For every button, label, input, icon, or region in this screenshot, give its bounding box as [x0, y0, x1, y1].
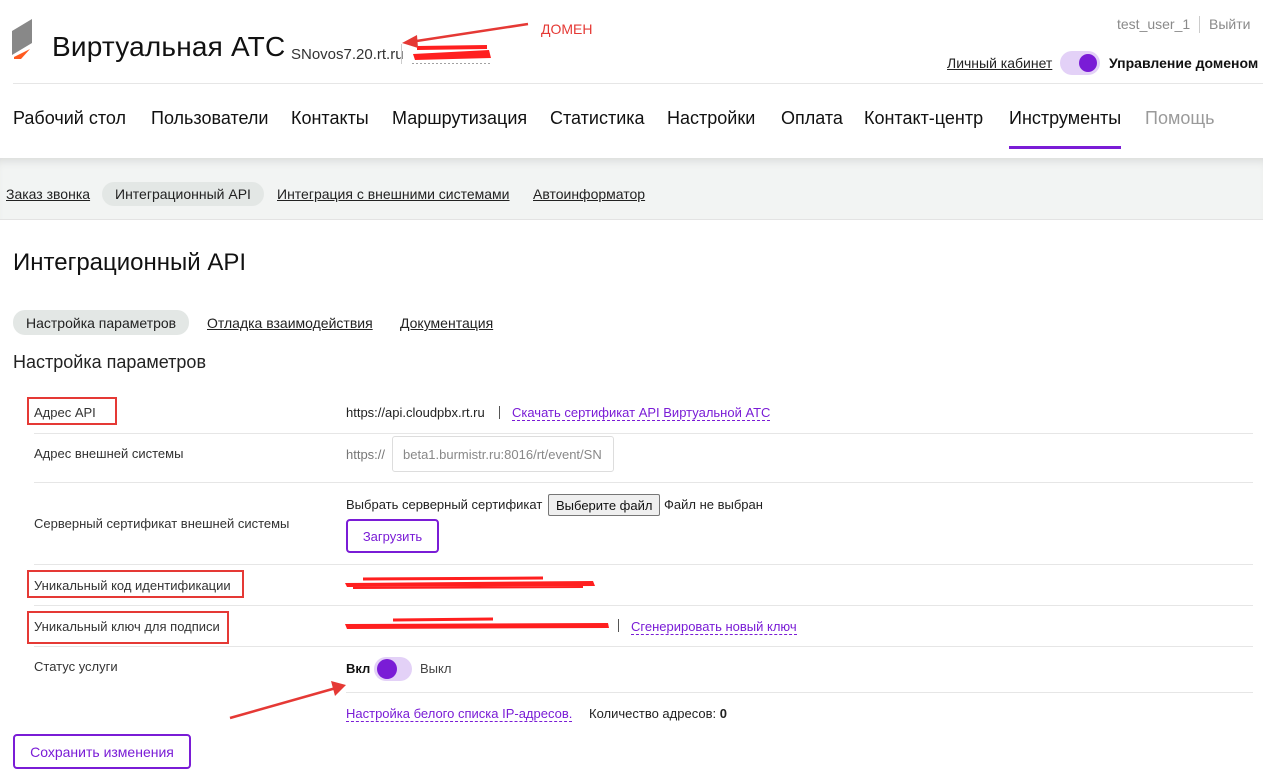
personal-cabinet-link[interactable]: Личный кабинет	[947, 55, 1052, 71]
address-count: Количество адресов: 0	[589, 706, 727, 721]
subnav-callback-order[interactable]: Заказ звонка	[6, 186, 90, 202]
annotation-domain-label: ДОМЕН	[541, 21, 593, 37]
status-on-label: Вкл	[346, 661, 371, 676]
domain-management-label: Управление доменом	[1109, 55, 1259, 71]
tab-documentation[interactable]: Документация	[400, 315, 493, 331]
nav-desktop[interactable]: Рабочий стол	[13, 108, 126, 129]
no-file-text: Файл не выбран	[664, 497, 763, 512]
address-count-label: Количество адресов:	[589, 706, 717, 721]
nav-tools[interactable]: Инструменты	[1009, 108, 1121, 129]
choose-file-button[interactable]: Выберите файл	[548, 494, 661, 516]
generate-key-link[interactable]: Сгенерировать новый ключ	[631, 619, 797, 635]
toggle-knob	[377, 659, 397, 679]
api-address-value: https://api.cloudpbx.rt.ru	[346, 405, 485, 420]
nav-active-indicator	[1009, 146, 1121, 149]
separator	[499, 406, 500, 419]
tab-debug-interaction[interactable]: Отладка взаимодействия	[207, 315, 373, 331]
app-title: Виртуальная АТС	[52, 31, 286, 62]
nav-statistics[interactable]: Статистика	[550, 108, 645, 129]
nav-contact-center[interactable]: Контакт-центр	[864, 108, 983, 129]
ext-address-prefix: https://	[346, 447, 386, 462]
nav-payment[interactable]: Оплата	[781, 108, 843, 129]
nav-settings[interactable]: Настройки	[667, 108, 755, 129]
subnav-external-integration[interactable]: Интеграция с внешними системами	[277, 186, 510, 202]
service-status-toggle[interactable]	[374, 657, 412, 681]
domain-divider	[401, 44, 402, 64]
row-divider	[34, 482, 1253, 483]
choose-cert-label: Выбрать серверный сертификат	[346, 497, 543, 512]
row-divider	[34, 433, 1253, 434]
redaction-mark	[412, 45, 492, 64]
ext-address-input[interactable]	[392, 436, 614, 472]
api-address-label: Адрес API	[34, 405, 96, 420]
server-cert-label: Серверный сертификат внешней системы	[34, 516, 290, 531]
subnav-integration-api[interactable]: Интеграционный API	[102, 182, 264, 206]
nav-routing[interactable]: Маршрутизация	[392, 108, 527, 129]
save-changes-button[interactable]: Сохранить изменения	[13, 734, 191, 769]
row-divider	[34, 605, 1253, 606]
nav-users[interactable]: Пользователи	[151, 108, 268, 129]
row-divider	[346, 692, 1253, 693]
logout-link[interactable]: Выйти	[1209, 16, 1250, 32]
unique-id-label: Уникальный код идентификации	[34, 578, 231, 593]
toggle-knob	[1079, 54, 1097, 72]
ext-address-label: Адрес внешней системы	[34, 446, 184, 461]
ip-whitelist-link[interactable]: Настройка белого списка IP-адресов.	[346, 706, 573, 722]
redaction-mark	[345, 576, 595, 589]
header-divider	[13, 83, 1263, 84]
nav-contacts[interactable]: Контакты	[291, 108, 369, 129]
tab-parameter-settings[interactable]: Настройка параметров	[13, 310, 190, 335]
page-title: Интеграционный API	[13, 249, 247, 276]
row-divider	[34, 646, 1253, 647]
domain-management-toggle[interactable]	[1060, 51, 1100, 75]
status-label: Статус услуги	[34, 659, 118, 674]
domain-name: SNovos7.20.rt.ru	[291, 46, 404, 63]
address-count-value: 0	[719, 706, 727, 721]
nav-help[interactable]: Помощь	[1145, 108, 1215, 129]
sign-key-label: Уникальный ключ для подписи	[34, 619, 220, 634]
download-cert-link[interactable]: Скачать сертификат API Виртуальной АТС	[512, 405, 771, 421]
rostelecom-logo-icon	[12, 19, 32, 59]
section-title: Настройка параметров	[13, 352, 207, 372]
separator	[618, 619, 619, 632]
redaction-mark	[345, 617, 609, 629]
user-divider	[1199, 16, 1200, 33]
user-name: test_user_1	[1117, 16, 1191, 32]
subnav-autoinformer[interactable]: Автоинформатор	[533, 186, 645, 202]
status-off-label: Выкл	[420, 661, 452, 676]
row-divider	[34, 564, 1253, 565]
upload-button[interactable]: Загрузить	[346, 519, 439, 553]
sub-nav: Заказ звонка Интеграционный API Интеграц…	[0, 158, 1263, 220]
